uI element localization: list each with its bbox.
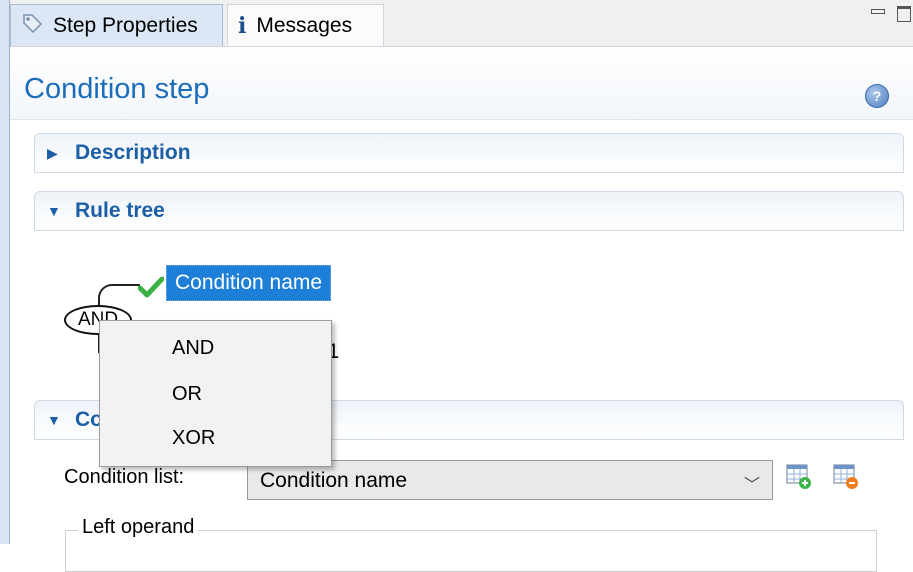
page-header: Condition step ? (10, 47, 913, 120)
condition-node-selected[interactable]: Condition name (166, 265, 332, 301)
tab-label: Step Properties (53, 13, 198, 37)
menu-item-and[interactable]: AND (172, 337, 214, 360)
info-icon: i (238, 12, 247, 39)
check-icon (138, 276, 164, 298)
caret-down-icon: ▼ (47, 203, 61, 219)
tab-label: Messages (256, 13, 353, 37)
table-add-icon[interactable] (786, 464, 812, 490)
help-icon[interactable]: ? (865, 84, 889, 108)
tag-icon (21, 12, 43, 40)
table-remove-icon[interactable] (833, 464, 859, 490)
caret-down-icon: ▼ (47, 412, 61, 428)
maximize-icon[interactable] (897, 6, 913, 22)
section-description[interactable]: ▶ Description (34, 133, 904, 173)
window-controls (871, 6, 913, 22)
caret-right-icon: ▶ (47, 145, 58, 161)
section-label: Rule tree (75, 199, 165, 222)
menu-item-xor[interactable]: XOR (172, 427, 215, 450)
menu-item-or[interactable]: OR (172, 383, 202, 406)
chevron-down-icon: ﹀ (743, 477, 760, 494)
tab-messages[interactable]: i Messages (227, 4, 384, 46)
select-value: Condition name (260, 469, 408, 492)
minimize-icon[interactable] (871, 6, 887, 20)
section-rule-tree[interactable]: ▼ Rule tree (34, 191, 904, 231)
section-label: Description (75, 141, 191, 164)
operator-context-menu: AND OR XOR (99, 320, 332, 467)
left-frame (0, 0, 10, 544)
tab-bar: Step Properties i Messages (10, 0, 913, 47)
condition-list-label: Condition list: (64, 466, 185, 488)
tab-step-properties[interactable]: Step Properties (10, 4, 223, 46)
page-title: Condition step (24, 73, 210, 105)
left-operand-label: Left operand (78, 516, 199, 539)
